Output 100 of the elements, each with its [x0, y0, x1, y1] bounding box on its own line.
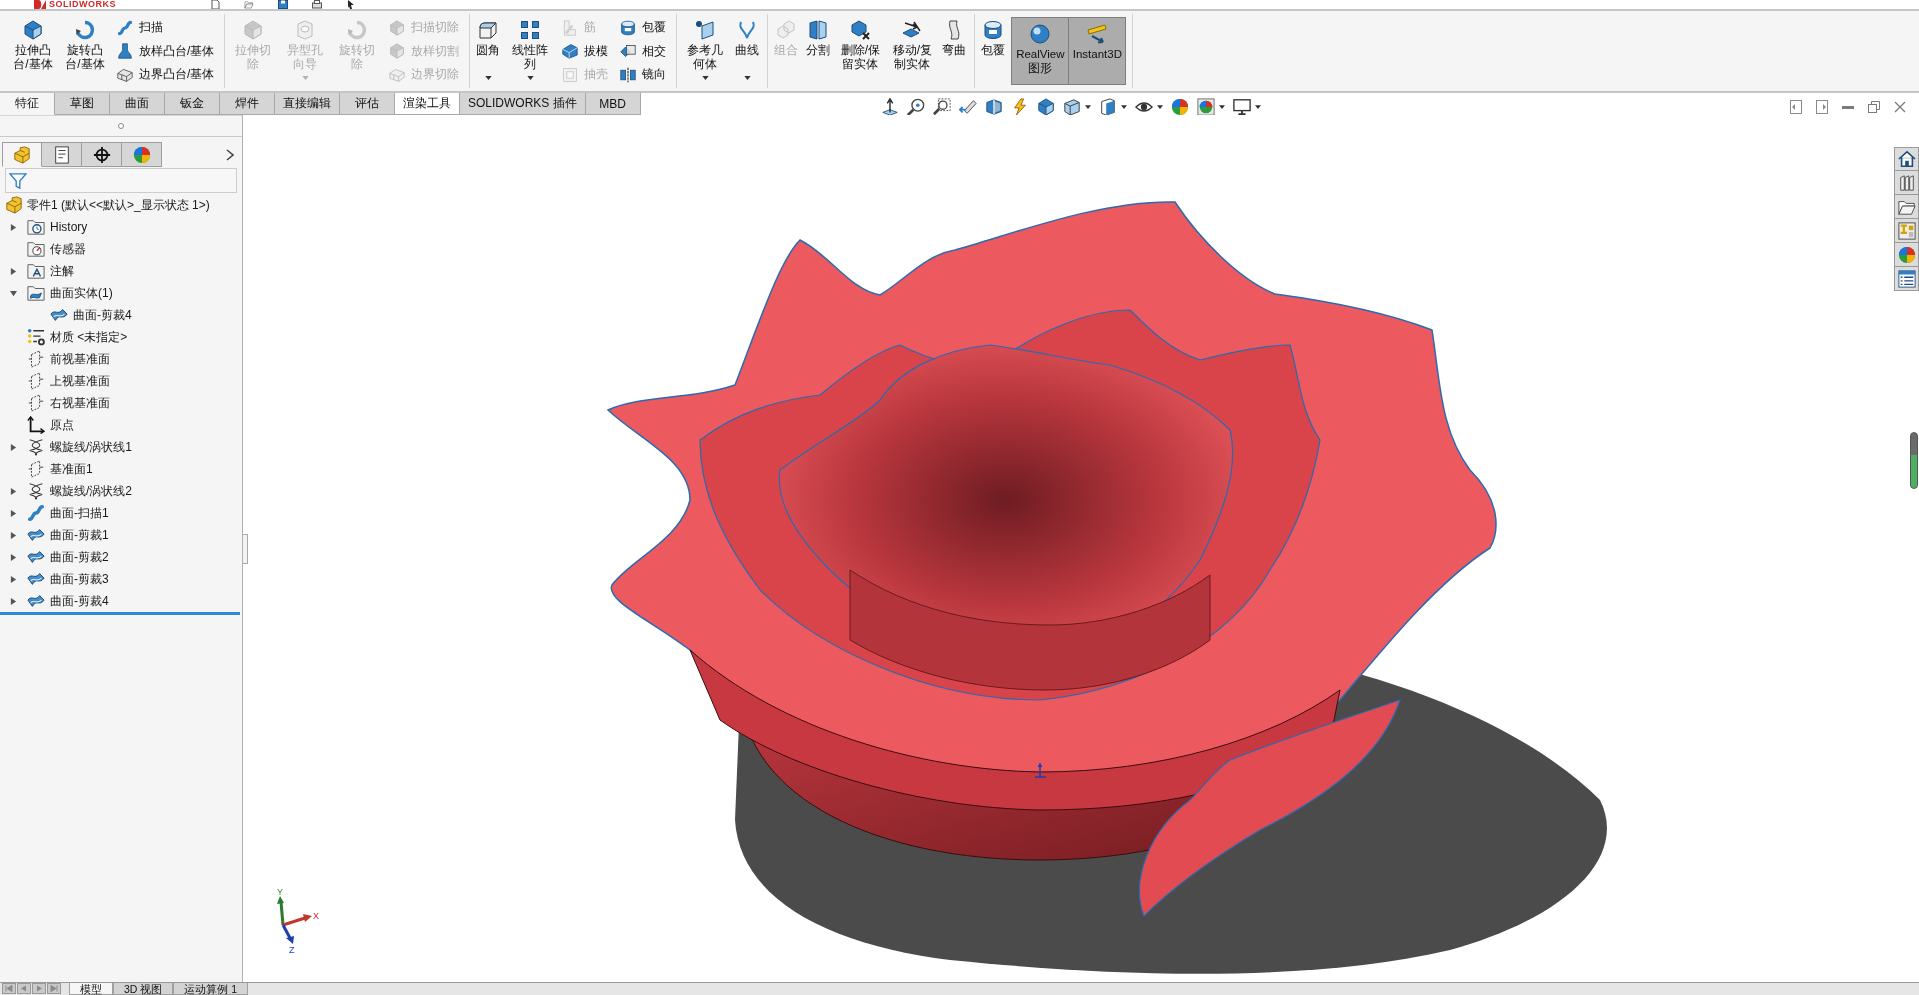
caret-icon[interactable]: [1084, 105, 1091, 109]
toggle-button[interactable]: RealView图形: [1011, 17, 1070, 85]
printer-icon[interactable]: [312, 0, 322, 9]
tree-item[interactable]: 曲面-剪裁4: [50, 305, 134, 325]
caret-icon[interactable]: [743, 76, 751, 80]
tree-item[interactable]: 原点: [27, 415, 76, 435]
ribbon-button[interactable]: 弯曲: [940, 17, 969, 85]
bottom-tab[interactable]: 运动算例 1: [173, 983, 249, 995]
ribbon-button[interactable]: 边界凸台/基体: [115, 64, 217, 85]
ribbon-tab[interactable]: 草图: [55, 93, 110, 115]
ribbon-button[interactable]: 旋转凸台/基体: [61, 17, 109, 85]
task-pane-tab[interactable]: [1894, 267, 1919, 291]
tree-item[interactable]: 螺旋线/涡状线1: [27, 437, 134, 457]
ribbon-button[interactable]: 曲线: [733, 17, 762, 85]
expand-arrow-icon[interactable]: [9, 530, 17, 540]
caret-icon[interactable]: [1156, 105, 1163, 109]
tree-item[interactable]: 右视基准面: [27, 393, 112, 413]
ribbon-button[interactable]: 参考几何体: [681, 17, 730, 85]
ribbon-tab[interactable]: 钣金: [165, 93, 220, 115]
ribbon-tab[interactable]: MBD: [585, 93, 641, 115]
ribbon-button[interactable]: 包覆: [618, 17, 669, 38]
restore-icon[interactable]: [1868, 101, 1880, 113]
half-shaded-cube-icon[interactable]: [1098, 98, 1117, 116]
ribbon-tab[interactable]: 焊件: [220, 93, 275, 115]
ribbon-button[interactable]: 相交: [618, 40, 669, 62]
caret-icon[interactable]: [1218, 105, 1225, 109]
ribbon-button[interactable]: 分割: [804, 17, 833, 85]
tree-item[interactable]: 曲面-剪裁3: [27, 569, 111, 589]
panel-left-icon[interactable]: [1790, 100, 1802, 114]
folder-icon[interactable]: [244, 0, 254, 9]
tree-item[interactable]: 基准面1: [27, 459, 95, 479]
panel-right-icon[interactable]: [1816, 100, 1828, 114]
pointer-icon[interactable]: [346, 0, 356, 9]
ribbon-button[interactable]: 放样凸台/基体: [115, 40, 217, 62]
ribbon-button[interactable]: 包覆: [979, 17, 1008, 85]
expand-arrow-icon[interactable]: [9, 508, 17, 518]
expand-arrow-icon[interactable]: [9, 266, 17, 276]
tree-item[interactable]: 传感器: [27, 239, 88, 259]
caret-icon[interactable]: [1254, 105, 1261, 109]
ribbon-button[interactable]: 拉伸凸台/基体: [9, 17, 57, 85]
splitter-handle[interactable]: [243, 533, 248, 564]
expand-arrow-icon[interactable]: [9, 552, 17, 562]
caret-icon[interactable]: [1120, 105, 1127, 109]
ribbon-tab[interactable]: 直接编辑: [275, 93, 340, 115]
task-pane-tab[interactable]: [1894, 243, 1919, 267]
tree-item[interactable]: History: [27, 217, 90, 237]
expand-arrow-icon[interactable]: [9, 574, 17, 584]
tree-item[interactable]: 曲面-剪裁4: [27, 591, 111, 611]
cube-icon[interactable]: [1036, 98, 1055, 116]
task-pane-tab[interactable]: [1894, 195, 1919, 219]
tree-item[interactable]: 螺旋线/涡状线2: [27, 481, 134, 501]
pencil-arrow-icon[interactable]: [958, 98, 977, 116]
section-cube-icon[interactable]: [984, 98, 1003, 116]
monitor-icon[interactable]: [1232, 98, 1251, 116]
ribbon-tab[interactable]: SOLIDWORKS 插件: [460, 93, 586, 115]
bottom-tab[interactable]: 模型: [69, 983, 113, 995]
task-pane-tab[interactable]: [1894, 147, 1919, 171]
ribbon-button[interactable]: 移动/复制实体: [888, 17, 937, 85]
page-icon[interactable]: [210, 0, 220, 9]
tree-item[interactable]: 曲面实体(1): [27, 283, 115, 303]
panel-tab[interactable]: [82, 142, 122, 167]
chevron-right-icon[interactable]: [226, 148, 234, 161]
tree-item[interactable]: 零件1 (默认<<默认>_显示状态 1>): [5, 195, 212, 215]
task-pane-tab[interactable]: [1894, 171, 1919, 195]
ribbon-tab[interactable]: 评估: [340, 93, 395, 115]
tree-item[interactable]: 材质 <未指定>: [27, 327, 130, 347]
framed-ball-icon[interactable]: [1196, 98, 1215, 116]
color-ball-icon[interactable]: [1170, 98, 1189, 116]
ribbon-button[interactable]: 线性阵列: [506, 17, 555, 85]
tree-item[interactable]: 注解: [27, 261, 76, 281]
edged-cube-icon[interactable]: [1062, 98, 1081, 116]
expand-arrow-icon[interactable]: [9, 442, 17, 452]
bottom-tab[interactable]: 3D 视图: [113, 983, 174, 995]
expand-arrow-icon[interactable]: [9, 486, 17, 496]
minimize-icon[interactable]: [1842, 105, 1854, 109]
axis-arrow-icon[interactable]: [880, 98, 899, 116]
ribbon-button[interactable]: 扫描: [115, 17, 217, 38]
tree-item[interactable]: 曲面-剪裁1: [27, 525, 111, 545]
toggle-button[interactable]: Instant3D: [1068, 17, 1127, 85]
drag-handle-icon[interactable]: [118, 123, 124, 129]
tree-item[interactable]: 前视基准面: [27, 349, 112, 369]
collapse-arrow-icon[interactable]: [8, 289, 18, 297]
ribbon-button[interactable]: 镜向: [618, 64, 669, 85]
ribbon-button[interactable]: 删除/保留实体: [836, 17, 885, 85]
caret-icon[interactable]: [526, 76, 534, 80]
tree-item[interactable]: 曲面-扫描1: [27, 503, 111, 523]
magnifier-box-icon[interactable]: [932, 98, 951, 116]
close-icon[interactable]: [1894, 101, 1906, 113]
ribbon-tab[interactable]: 特征: [0, 93, 55, 115]
ribbon-button[interactable]: 圆角: [474, 17, 503, 85]
tree-item[interactable]: 上视基准面: [27, 371, 112, 391]
expand-arrow-icon[interactable]: [9, 596, 17, 606]
filter-field[interactable]: [5, 168, 237, 193]
tree-item[interactable]: 曲面-剪裁2: [27, 547, 111, 567]
caret-icon[interactable]: [701, 76, 709, 80]
expand-arrow-icon[interactable]: [9, 222, 17, 232]
panel-tab[interactable]: [42, 142, 82, 167]
ribbon-tab[interactable]: 渲染工具: [395, 93, 460, 115]
caret-icon[interactable]: [484, 76, 492, 80]
magnifier-icon[interactable]: [906, 98, 925, 116]
